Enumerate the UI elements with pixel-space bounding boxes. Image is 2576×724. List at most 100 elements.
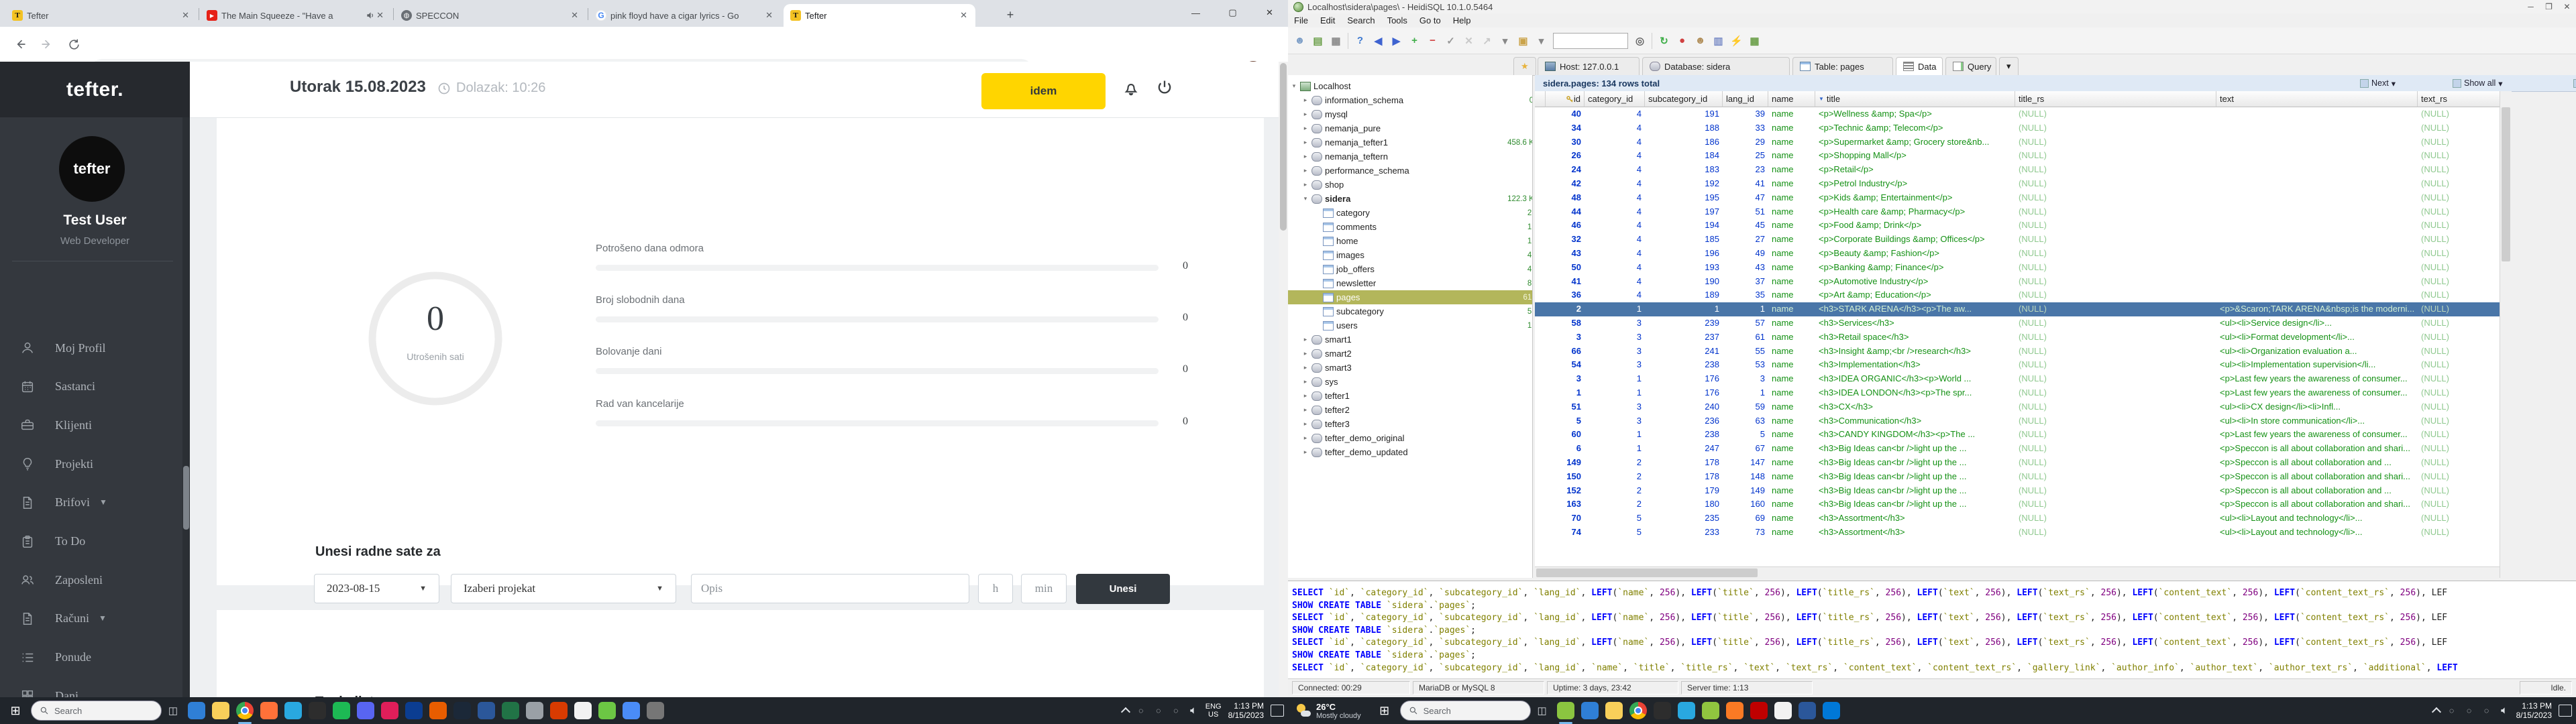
cell-category_id[interactable]: 4 [1585, 121, 1645, 135]
window-minimize-icon[interactable]: — [1177, 0, 1214, 25]
cell-title_rs[interactable]: (NULL) [2015, 163, 2216, 177]
task-view-icon[interactable]: ◫ [1531, 705, 1554, 717]
cell-name[interactable]: name [1768, 205, 1815, 219]
tree-server-Localhost[interactable]: ▾ Localhost [1288, 79, 1532, 93]
cell-subcategory_id[interactable]: 185 [1645, 233, 1723, 247]
menu-edit[interactable]: Edit [1314, 15, 1341, 25]
cell-subcategory_id[interactable]: 195 [1645, 191, 1723, 205]
tab-close-icon[interactable]: ✕ [375, 10, 385, 21]
taskbar-app-app-19[interactable] [623, 702, 640, 719]
tree-expand-icon[interactable]: ▸ [1302, 125, 1309, 132]
grid-icon[interactable]: ▦ [1746, 32, 1764, 50]
taskbar-app-edge[interactable] [1580, 702, 1599, 719]
save-icon[interactable]: ▦ [1327, 32, 1345, 50]
browser-tab-3[interactable]: ◍ SPECCON ✕ [394, 4, 586, 27]
session-tab-query[interactable]: Query [1945, 57, 1996, 75]
cell-name[interactable]: name [1768, 414, 1815, 428]
new-tab-button[interactable]: + [1001, 5, 1020, 24]
database-icon[interactable]: ▥ [1709, 32, 1727, 50]
cell-category_id[interactable]: 3 [1585, 414, 1645, 428]
tab-close-icon[interactable]: ✕ [764, 10, 774, 21]
gridlink-sorting-1-[interactable]: Sorting (1)▾ [2573, 74, 2576, 93]
cell-title_rs[interactable]: (NULL) [2015, 442, 2216, 456]
submit-button[interactable]: Unesi [1076, 574, 1170, 604]
cell-text[interactable]: <p>Speccon is all about collaboration an… [2216, 484, 2418, 498]
stop-icon[interactable]: ● [1673, 32, 1691, 50]
cell-category_id[interactable]: 1 [1585, 386, 1645, 400]
tree-expand-icon[interactable]: ▸ [1302, 364, 1309, 371]
session-tab-table[interactable]: Table: pages [1792, 57, 1893, 75]
apply-icon[interactable]: ↗ [1478, 32, 1496, 50]
cell-id[interactable]: 2 [1546, 302, 1585, 316]
tray-icon-3[interactable]: ◌ [2481, 705, 2492, 716]
cell-title[interactable]: <p>Shopping Mall</p> [1815, 149, 2015, 163]
taskbar-app-app-7[interactable] [333, 702, 350, 719]
cell-text[interactable]: <ul><li>In store communication</li>... [2216, 414, 2418, 428]
cell-subcategory_id[interactable]: 191 [1645, 107, 1723, 121]
cell-category_id[interactable]: 4 [1585, 261, 1645, 275]
cell-title[interactable]: <h3>CX</h3> [1815, 400, 2015, 414]
cell-lang_id[interactable]: 43 [1723, 261, 1768, 275]
cell-title[interactable]: <h3>CANDY KINGDOM</h3><p>The ... [1815, 428, 2015, 442]
cell-title_rs[interactable]: (NULL) [2015, 386, 2216, 400]
help-icon[interactable]: ? [1351, 32, 1369, 50]
grid-vertical-scrollbar[interactable] [2500, 91, 2512, 578]
cell-text_rs[interactable]: (NULL) [2418, 107, 2500, 121]
column-header-text_rs[interactable]: text_rs [2418, 91, 2500, 107]
column-header-lang_id[interactable]: lang_id [1723, 91, 1768, 107]
cell-lang_id[interactable]: 47 [1723, 191, 1768, 205]
taskbar-app-app-11[interactable] [429, 702, 447, 719]
sql-log-line[interactable]: SHOW CREATE TABLE `sidera`.`pages`; [1292, 601, 1476, 611]
cell-category_id[interactable]: 2 [1585, 456, 1645, 470]
cell-id[interactable]: 3 [1546, 372, 1585, 386]
cell-text[interactable]: <ul><li>Organization evaluation a... [2216, 345, 2418, 359]
delete-row-icon[interactable]: − [1424, 32, 1442, 50]
cell-id[interactable]: 70 [1546, 511, 1585, 526]
cell-lang_id[interactable]: 29 [1723, 135, 1768, 149]
cell-text_rs[interactable]: (NULL) [2418, 456, 2500, 470]
cell-id[interactable]: 42 [1546, 177, 1585, 191]
cell-subcategory_id[interactable]: 188 [1645, 121, 1723, 135]
taskbar-search-input[interactable]: Search [1399, 701, 1531, 721]
cell-name[interactable]: name [1768, 316, 1815, 330]
cell-title[interactable]: <p>Wellness &amp; Spa</p> [1815, 107, 2015, 121]
cell-lang_id[interactable]: 27 [1723, 233, 1768, 247]
cell-title_rs[interactable]: (NULL) [2015, 135, 2216, 149]
tree-db-sys[interactable]: ▸ sys [1288, 375, 1532, 389]
cell-text_rs[interactable]: (NULL) [2418, 163, 2500, 177]
cell-id[interactable]: 51 [1546, 400, 1585, 414]
cell-title_rs[interactable]: (NULL) [2015, 149, 2216, 163]
cell-subcategory_id[interactable]: 238 [1645, 428, 1723, 442]
cell-lang_id[interactable]: 45 [1723, 219, 1768, 233]
cell-category_id[interactable]: 3 [1585, 330, 1645, 345]
cell-name[interactable]: name [1768, 442, 1815, 456]
cell-text[interactable]: <ul><li>Layout and technology</li>... [2216, 526, 2418, 540]
cell-title_rs[interactable]: (NULL) [2015, 372, 2216, 386]
cell-subcategory_id[interactable]: 176 [1645, 372, 1723, 386]
cell-category_id[interactable]: 1 [1585, 372, 1645, 386]
cell-text_rs[interactable]: (NULL) [2418, 302, 2500, 316]
cell-id[interactable]: 5 [1546, 414, 1585, 428]
cell-name[interactable]: name [1768, 428, 1815, 442]
menu-help[interactable]: Help [1447, 15, 1477, 25]
cell-category_id[interactable]: 2 [1585, 484, 1645, 498]
cell-id[interactable]: 6 [1546, 442, 1585, 456]
cell-category_id[interactable]: 3 [1585, 345, 1645, 359]
cell-name[interactable]: name [1768, 149, 1815, 163]
cell-title[interactable]: <h3>Big Ideas can<br />light up the ... [1815, 484, 2015, 498]
cell-text[interactable]: <p>&Scaron;TARK ARENA&nbsp;is the modern… [2216, 302, 2418, 316]
column-header-title_rs[interactable]: title_rs [2015, 91, 2216, 107]
tab-close-icon[interactable]: ✕ [180, 10, 191, 21]
tree-table-category[interactable]: category 2.1 KiB [1288, 206, 1532, 220]
taskbar-app-app-15[interactable] [526, 702, 543, 719]
cell-title_rs[interactable]: (NULL) [2015, 428, 2216, 442]
sql-log-line[interactable]: SHOW CREATE TABLE `sidera`.`pages`; [1292, 625, 1476, 636]
sidebar-item-dani[interactable]: Dani [0, 681, 182, 697]
sql-log-line[interactable]: SELECT `id`, `category_id`, `subcategory… [1292, 613, 2447, 623]
menu-search[interactable]: Search [1341, 15, 1381, 25]
tree-expand-icon[interactable]: ▸ [1302, 167, 1309, 174]
cell-subcategory_id[interactable]: 186 [1645, 135, 1723, 149]
cell-title[interactable]: <h3>Implementation</h3> [1815, 358, 2015, 372]
query-lightning-icon[interactable]: ⚡ [1727, 32, 1746, 50]
cell-subcategory_id[interactable]: 183 [1645, 163, 1723, 177]
